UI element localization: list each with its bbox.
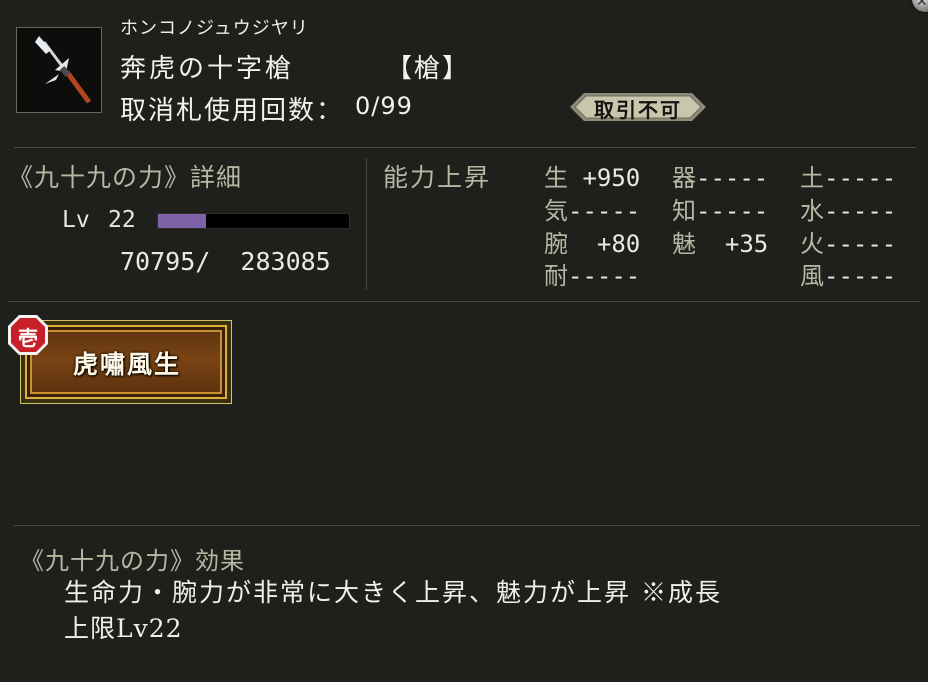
stat-name: 腕 <box>544 230 568 258</box>
experience-text: 70795/ 283085 <box>120 247 331 276</box>
stat-item: 土----- <box>800 158 896 193</box>
divider <box>14 525 920 526</box>
skill-button[interactable]: 虎嘯風生 <box>20 320 232 404</box>
stat-name: 耐 <box>544 262 568 290</box>
stat-name: 水 <box>800 197 824 225</box>
stat-item: 風----- <box>800 256 896 291</box>
divider <box>366 158 367 290</box>
stat-name: 魅 <box>672 230 696 258</box>
divider <box>14 147 916 148</box>
item-icon-frame <box>16 27 102 113</box>
stat-value: +950 <box>568 164 641 192</box>
stat-value: ----- <box>824 262 897 290</box>
skill-rank-badge: 壱 <box>7 314 49 356</box>
stat-value: +80 <box>568 230 641 258</box>
effect-title: 《九十九の力》効果 <box>20 547 245 575</box>
item-name: 奔虎の十字槍 <box>120 54 295 84</box>
detail-title: 《九十九の力》詳細 <box>8 163 243 192</box>
trade-status-text: 取引不可 <box>594 98 682 122</box>
stat-name: 土 <box>800 164 824 192</box>
stat-item: 火----- <box>800 224 896 259</box>
effect-description: 上限Lv22 <box>64 614 183 643</box>
level-label: Lv <box>62 207 90 233</box>
stat-name: 火 <box>800 230 824 258</box>
stat-value: +35 <box>696 230 769 258</box>
stat-item: 知----- <box>672 191 768 226</box>
stat-item: 生 +950 <box>544 158 640 193</box>
stat-value: ----- <box>568 197 641 225</box>
stat-value: ----- <box>568 262 641 290</box>
stat-value: ----- <box>696 164 769 192</box>
stat-item: 魅 +35 <box>672 224 768 259</box>
trade-status-badge: 取引不可 <box>570 93 706 122</box>
item-type: 【槍】 <box>386 54 471 84</box>
stat-value: ----- <box>696 197 769 225</box>
level-value: 22 <box>108 207 136 233</box>
stat-name: 生 <box>544 164 568 192</box>
usage-value: 0/99 <box>355 92 413 120</box>
stat-item: 気----- <box>544 191 640 226</box>
effect-description: 生命力・腕力が非常に大きく上昇、魅力が上昇 ※成長 <box>64 578 722 607</box>
skill-name: 虎嘯風生 <box>72 350 181 379</box>
stat-item: 腕 +80 <box>544 224 640 259</box>
stat-value: ----- <box>824 197 897 225</box>
stat-item: 器----- <box>672 158 768 193</box>
stat-name: 器 <box>672 164 696 192</box>
stat-name: 気 <box>544 197 568 225</box>
ability-title: 能力上昇 <box>383 163 492 192</box>
item-reading: ホンコノジュウジヤリ <box>120 18 309 39</box>
stat-value: ----- <box>824 164 897 192</box>
experience-bar-fill <box>158 214 206 228</box>
stat-name: 風 <box>800 262 824 290</box>
usage-label: 取消札使用回数： <box>120 96 345 126</box>
stat-value: ----- <box>824 230 897 258</box>
experience-bar <box>157 213 350 229</box>
skill-rank-text: 壱 <box>18 326 38 350</box>
divider <box>8 301 920 302</box>
stat-item: 水----- <box>800 191 896 226</box>
close-button[interactable]: ✕ <box>912 0 928 12</box>
stat-item: 耐----- <box>544 256 640 291</box>
stat-name: 知 <box>672 197 696 225</box>
spear-icon <box>35 36 92 104</box>
close-icon: ✕ <box>916 0 928 10</box>
